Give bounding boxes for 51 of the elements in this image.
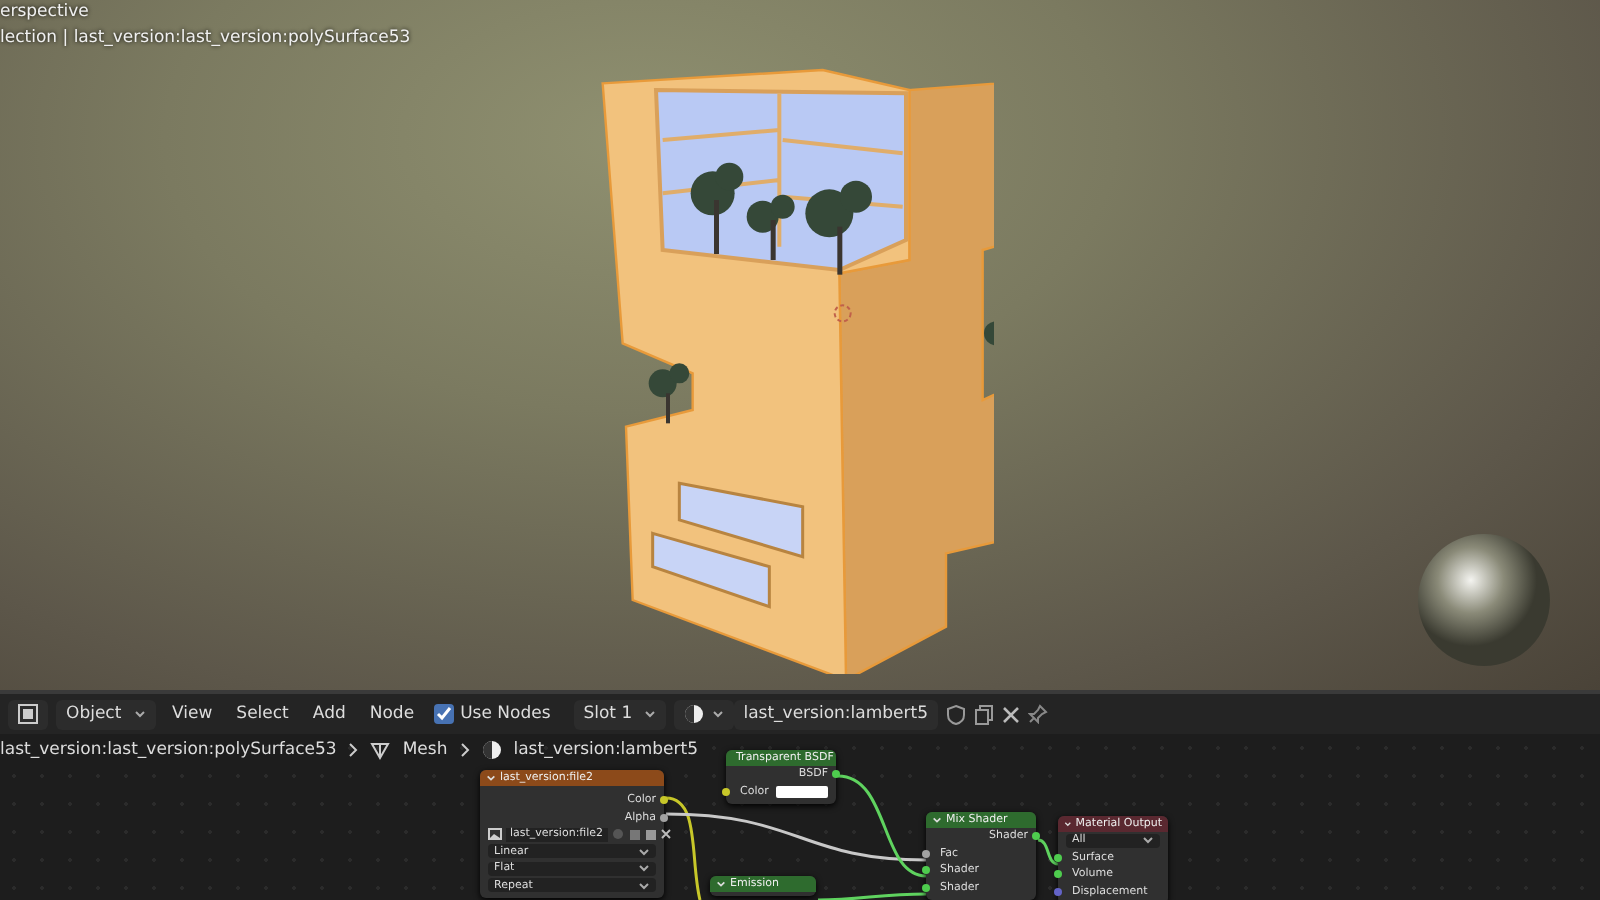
socket-dot[interactable] xyxy=(1032,832,1040,841)
socket-dot[interactable] xyxy=(832,770,840,779)
socket-dot[interactable] xyxy=(1054,853,1062,862)
menu-item[interactable]: Select xyxy=(228,704,297,724)
chevron-icon xyxy=(459,742,470,758)
socket-dot[interactable] xyxy=(1054,887,1062,896)
view-name: erspective xyxy=(0,0,89,26)
close-icon[interactable] xyxy=(1002,705,1020,723)
socket-dot[interactable] xyxy=(922,883,930,892)
socket-dot[interactable] xyxy=(660,813,668,822)
socket-dot[interactable] xyxy=(722,787,730,796)
slot-dropdown[interactable]: Slot 1 xyxy=(573,699,666,729)
caret-icon xyxy=(1142,836,1154,845)
caret-icon xyxy=(134,710,146,718)
collapse-caret-icon[interactable] xyxy=(486,774,496,782)
menu-item[interactable]: Node xyxy=(361,704,423,724)
node-link xyxy=(1037,838,1059,866)
material-sphere-icon xyxy=(683,704,704,724)
mode-dropdown[interactable]: Object xyxy=(56,699,156,729)
socket-dot[interactable] xyxy=(660,796,668,805)
collapse-caret-icon[interactable] xyxy=(716,880,726,888)
menu-item[interactable]: Add xyxy=(304,704,354,724)
collapse-caret-icon[interactable] xyxy=(932,816,942,824)
caret-icon xyxy=(711,710,724,718)
color-swatch[interactable] xyxy=(776,785,828,798)
copy-icon[interactable] xyxy=(974,703,994,725)
breadcrumb-item[interactable]: last_version:last_version:polySurface53 xyxy=(0,740,337,760)
editor-type-button[interactable] xyxy=(8,699,48,729)
socket-dot[interactable] xyxy=(1054,870,1062,879)
pin-icon[interactable] xyxy=(1028,704,1048,724)
breadcrumb-item[interactable]: last_version:lambert5 xyxy=(513,740,699,760)
image-actions-icon xyxy=(611,828,672,841)
shield-icon[interactable] xyxy=(946,703,966,725)
material-name-field[interactable]: last_version:lambert5 xyxy=(733,699,938,729)
material-browse-button[interactable] xyxy=(673,699,734,729)
environment-sphere-drawing xyxy=(1416,532,1552,668)
collapse-caret-icon[interactable] xyxy=(1064,820,1072,828)
menu-item[interactable]: View xyxy=(164,704,221,724)
editor-type-icon xyxy=(18,704,38,724)
socket-dot[interactable] xyxy=(922,849,930,858)
breadcrumb-item[interactable]: Mesh xyxy=(402,740,448,760)
socket-dot[interactable] xyxy=(922,866,930,875)
mesh-icon xyxy=(370,740,391,760)
material-sphere-icon xyxy=(481,740,502,760)
use-nodes-checkbox[interactable]: Use Nodes xyxy=(430,704,555,724)
checkmark-icon xyxy=(436,706,453,722)
collection-info: lection | last_version:last_version:polySurface53 xyxy=(0,26,411,52)
node-link xyxy=(818,892,926,900)
image-icon xyxy=(488,828,502,841)
caret-icon xyxy=(643,710,656,718)
chevron-icon xyxy=(348,742,359,758)
